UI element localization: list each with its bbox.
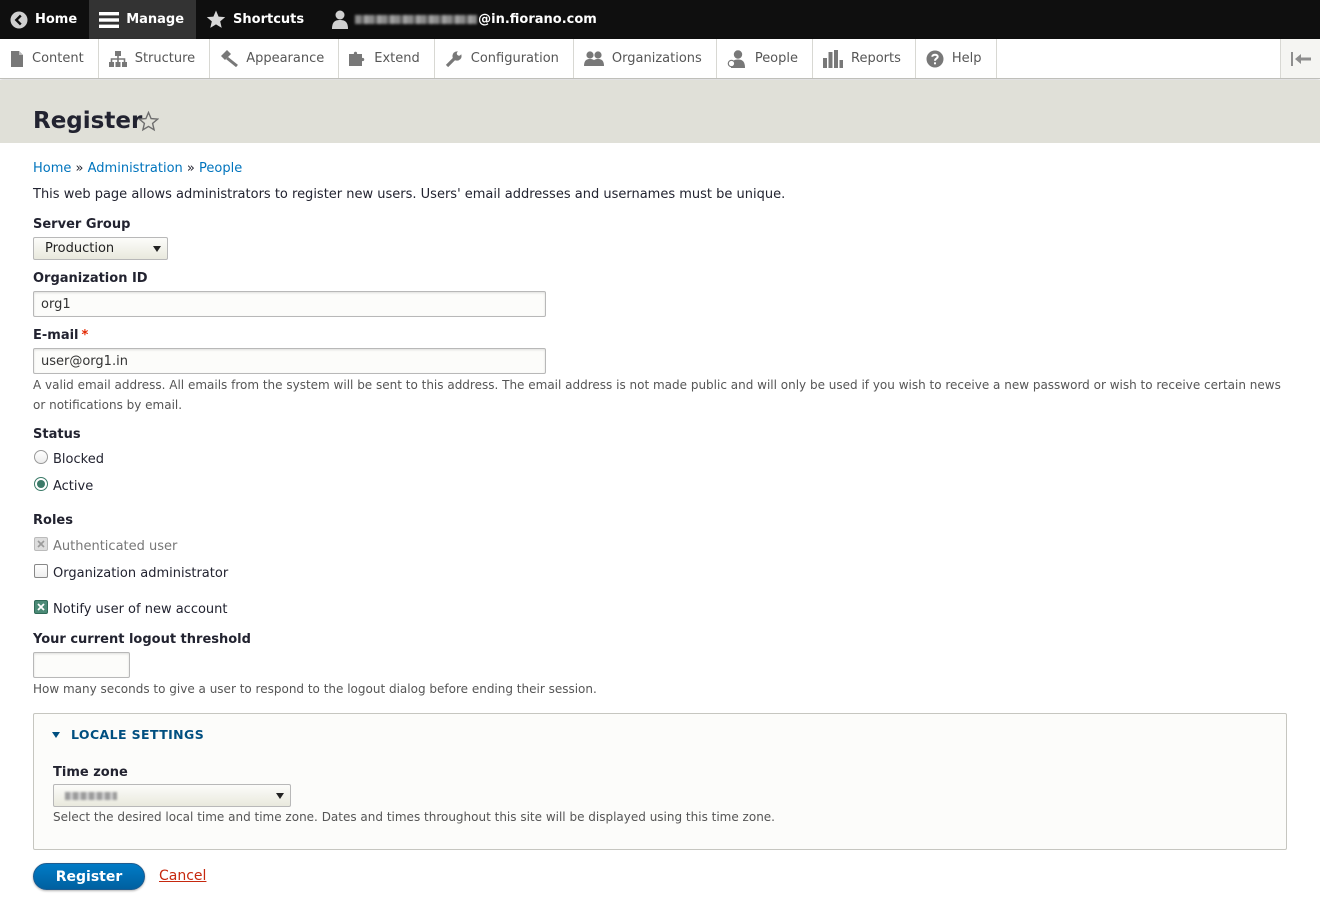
wrench-icon [445,50,462,67]
group-icon [583,50,604,66]
locale-settings-toggle[interactable]: LOCALE SETTINGS [52,727,204,742]
time-zone-description: Select the desired local time and time z… [53,810,775,824]
tray-item-label: Content [32,51,84,66]
status-active-label[interactable]: Active [53,479,93,494]
status-blocked-label[interactable]: Blocked [53,452,104,467]
tray-item-structure[interactable]: Structure [99,39,211,78]
tray-item-configuration[interactable]: Configuration [435,39,574,78]
user-icon [332,10,349,29]
time-zone-label: Time zone [53,765,128,780]
shortcut-star-icon[interactable] [138,111,159,132]
expand-triangle-icon [52,731,60,738]
dropdown-caret-icon [276,793,284,799]
roles-label: Roles [33,513,73,528]
organization-administrator-label[interactable]: Organization administrator [53,566,228,581]
locale-settings-legend: LOCALE SETTINGS [71,727,205,742]
collapse-left-icon [1290,51,1311,66]
structure-icon [108,50,127,67]
tray-item-content[interactable]: Content [0,39,99,78]
tray-item-appearance[interactable]: Appearance [210,39,340,78]
authenticated-user-checkbox [34,537,48,551]
toolbar-user[interactable]: @in.fiorano.com [316,0,609,39]
tray-item-label: People [754,51,799,66]
register-button[interactable]: Register [33,863,145,890]
breadcrumb-home[interactable]: Home [33,161,71,176]
puzzle-icon [349,51,365,66]
tray-item-people[interactable]: People [717,39,814,78]
breadcrumb-separator: » [186,161,195,176]
bar-chart-icon [823,49,844,68]
email-description-line: A valid email address. All emails from t… [33,378,1281,392]
toolbar-user-email: @in.fiorano.com [478,12,597,27]
notify-user-label[interactable]: Notify user of new account [53,602,228,617]
logout-threshold-label: Your current logout threshold [33,632,251,647]
tray-item-label: Appearance [246,51,325,66]
toolbar-manage[interactable]: Manage [89,0,197,39]
notify-user-checkbox[interactable] [34,600,48,614]
back-arrow-icon [10,11,28,28]
breadcrumb-separator: » [75,161,84,176]
breadcrumb: Home » Administration » People [33,161,242,176]
organization-id-input[interactable]: org1 [33,291,546,317]
checkmark-icon [37,603,45,611]
blurred-username [355,15,478,24]
admin-toolbar: Home Manage Shortcuts @in.fiorano.com [0,0,1320,39]
tray-item-label: Extend [374,51,420,66]
server-group-select[interactable]: Production [33,237,168,260]
document-icon [11,50,23,67]
time-zone-select[interactable] [53,784,291,807]
toolbar-shortcuts[interactable]: Shortcuts [196,0,316,39]
email-input[interactable]: user@org1.in [33,348,546,374]
status-blocked-radio[interactable] [34,450,48,464]
intro-text: This web page allows administrators to r… [33,187,786,202]
locale-settings-fieldset: LOCALE SETTINGS Time zone Select the des… [33,713,1287,850]
breadcrumb-people[interactable]: People [199,161,242,176]
status-active-radio[interactable] [34,477,48,491]
toolbar-manage-label: Manage [126,12,185,27]
organization-id-label: Organization ID [33,271,148,286]
tray-item-label: Help [951,51,982,66]
page-title: Register [33,108,143,134]
page-header: Register [0,80,1320,143]
authenticated-user-label: Authenticated user [53,539,178,554]
person-icon [727,49,745,68]
server-group-value: Production [45,241,115,256]
tray-item-extend[interactable]: Extend [339,39,435,78]
email-description: A valid email address. All emails from t… [33,375,1287,415]
email-label: E-mail * [33,328,88,343]
tray-item-label: Configuration [470,51,559,66]
tray-orientation-toggle[interactable] [1280,39,1320,78]
admin-tray: Content Structure Appearance Extend Conf… [0,39,1320,79]
organization-administrator-checkbox[interactable] [34,564,48,578]
star-icon [206,10,226,28]
toolbar-home-label: Home [35,12,78,27]
time-zone-blurred-value [65,791,117,800]
toolbar-shortcuts-label: Shortcuts [233,12,305,27]
dropdown-caret-icon [153,246,161,252]
email-description-line: or notifications by email. [33,398,183,412]
cancel-link[interactable]: Cancel [159,868,206,884]
required-marker: * [81,328,89,343]
hamburger-icon [99,11,120,28]
logout-threshold-input[interactable] [33,652,130,678]
logout-threshold-description: How many seconds to give a user to respo… [33,682,597,696]
breadcrumb-administration[interactable]: Administration [88,161,183,176]
tray-item-label: Reports [851,51,901,66]
tray-item-reports[interactable]: Reports [813,39,916,78]
paintbrush-icon [221,50,239,67]
status-label: Status [33,427,81,442]
tray-item-help[interactable]: Help [916,39,997,78]
server-group-label: Server Group [33,217,131,232]
toolbar-home[interactable]: Home [0,0,89,39]
help-icon [926,50,944,67]
email-label-text: E-mail [33,328,79,343]
tray-item-organizations[interactable]: Organizations [574,39,717,78]
checkmark-icon [37,540,45,548]
tray-item-label: Structure [134,51,196,66]
tray-item-label: Organizations [611,51,702,66]
